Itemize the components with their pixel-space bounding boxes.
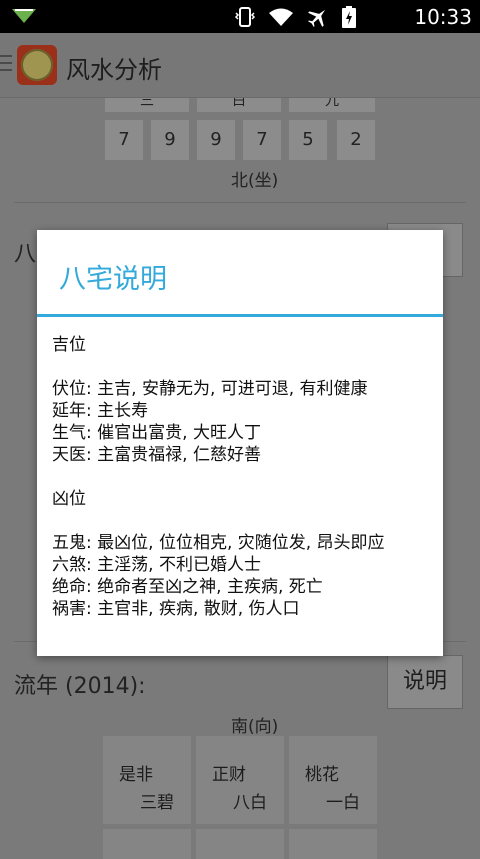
battery-charging-icon xyxy=(342,6,356,32)
liunian-grid-cell xyxy=(196,829,284,859)
dialog-line-blank xyxy=(52,510,433,532)
number-cell: 9 xyxy=(197,120,235,160)
grid-cell-partial: 九 xyxy=(289,98,375,112)
action-bar: 风水分析 xyxy=(0,33,480,98)
clock: 10:33 xyxy=(414,5,472,29)
south-label: 南(向) xyxy=(231,717,279,737)
liunian-grid-cell xyxy=(103,829,191,859)
number-cell: 7 xyxy=(243,120,281,160)
liunian-grid-cell: 桃花 一白 xyxy=(289,736,377,824)
dialog-line-shengqi: 生气: 催官出富贵, 大旺人丁 xyxy=(52,423,261,443)
number-cell: 5 xyxy=(289,120,327,160)
airplane-icon xyxy=(306,6,330,32)
dialog-line-tianyi: 天医: 主富贵福禄, 仁慈好善 xyxy=(52,445,261,465)
dialog-line-liusha: 六煞: 主淫荡, 不利已婚人士 xyxy=(52,555,261,575)
dialog-body: 吉位 伏位: 主吉, 安静无为, 可进可退, 有利健康 延年: 主长寿 生气: … xyxy=(52,334,433,620)
section-title-partial: 八 xyxy=(14,242,37,267)
number-cell: 7 xyxy=(105,120,143,160)
dialog-line-huohai: 祸害: 主官非, 疾病, 散财, 伤人口 xyxy=(52,599,300,619)
bazhai-explanation-dialog[interactable]: 八宅说明 吉位 伏位: 主吉, 安静无为, 可进可退, 有利健康 延年: 主长寿… xyxy=(37,230,443,656)
liunian-grid-cell: 正财 八白 xyxy=(196,736,284,824)
liunian-grid-cell xyxy=(289,829,377,859)
grid-cell-partial: 白 xyxy=(197,98,281,112)
dialog-line-blank xyxy=(52,356,433,378)
download-notification-icon xyxy=(12,9,36,29)
wifi-icon xyxy=(268,7,294,31)
drawer-menu-icon[interactable] xyxy=(0,55,12,71)
luopan-compass-icon[interactable] xyxy=(17,45,57,85)
dialog-line-wugui: 五鬼: 最凶位, 位位相克, 灾随位发, 昂头即应 xyxy=(52,533,385,553)
liunian-label: 流年 (2014): xyxy=(14,674,146,699)
dialog-title: 八宅说明 xyxy=(59,264,167,295)
number-cell: 9 xyxy=(151,120,189,160)
grid-cell-partial: 三 xyxy=(105,98,189,112)
dialog-line-fuwei: 伏位: 主吉, 安静无为, 可进可退, 有利健康 xyxy=(52,379,368,399)
status-bar: 10:33 xyxy=(0,0,480,33)
divider xyxy=(14,202,466,203)
vibrate-icon xyxy=(234,6,256,32)
north-label: 北(坐) xyxy=(231,171,279,191)
page-title: 风水分析 xyxy=(66,56,162,84)
explain-button[interactable]: 说明 xyxy=(387,655,463,709)
dialog-line-jiwei-heading: 吉位 xyxy=(52,335,86,355)
dialog-title-divider xyxy=(37,314,443,317)
dialog-line-jueming: 绝命: 绝命者至凶之神, 主疾病, 死亡 xyxy=(52,577,323,597)
liunian-grid-cell: 是非 三碧 xyxy=(103,736,191,824)
number-cell: 2 xyxy=(337,120,375,160)
dialog-line-xiongwei-heading: 凶位 xyxy=(52,489,86,509)
dialog-line-blank xyxy=(52,466,433,488)
dialog-line-yannian: 延年: 主长寿 xyxy=(52,401,149,421)
